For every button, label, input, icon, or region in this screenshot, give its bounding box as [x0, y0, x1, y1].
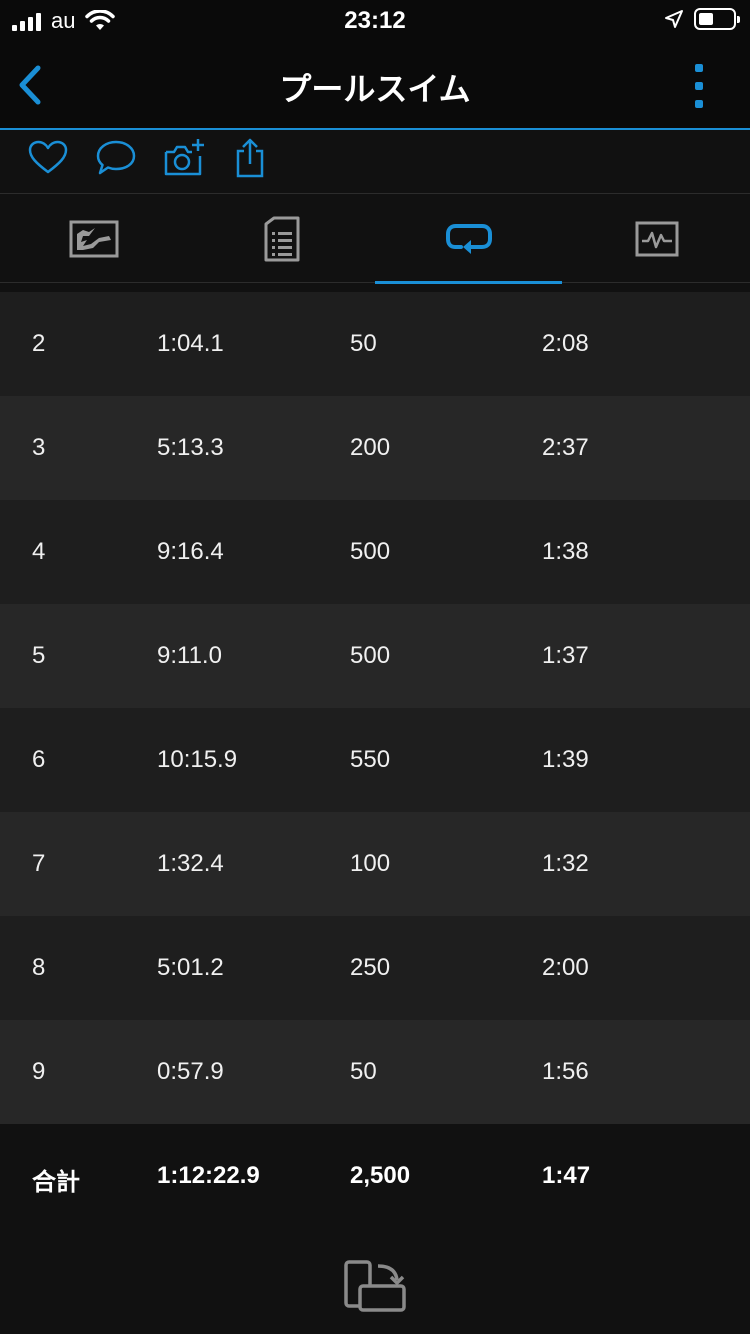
comment-icon[interactable]: [94, 136, 138, 180]
graph-icon: [635, 221, 678, 257]
lap-number: 4: [32, 538, 46, 565]
table-row: 4 9:16.4 500 1:38: [0, 500, 750, 604]
table-row: 9 0:57.9 50 1:56: [0, 1020, 750, 1124]
lap-time: 5:13.3: [157, 434, 224, 461]
lap-number: 7: [32, 850, 46, 877]
lap-number: 9: [32, 1058, 46, 1085]
rotate-screen-icon[interactable]: [340, 1256, 410, 1320]
lap-distance: 100: [350, 850, 391, 877]
status-bar: au 23:12: [0, 0, 750, 40]
tab-overview[interactable]: [0, 195, 187, 283]
battery-icon: [694, 8, 740, 30]
nav-bar: プールスイム: [0, 40, 750, 130]
lap-distance: 500: [350, 538, 391, 565]
share-icon[interactable]: [228, 136, 272, 180]
total-distance: 2,500: [350, 1162, 411, 1189]
table-row: 6 10:15.9 550 1:39: [0, 708, 750, 812]
lap-time: 9:11.0: [157, 642, 222, 669]
lap-number: 6: [32, 746, 46, 773]
table-row: 2 1:04.1 50 2:08: [0, 292, 750, 396]
lap-pace: 1:39: [542, 746, 589, 773]
tab-graph[interactable]: [563, 195, 750, 283]
lap-distance: 500: [350, 642, 391, 669]
lap-distance: 250: [350, 954, 391, 981]
table-row: 3 5:13.3 200 2:37: [0, 396, 750, 500]
laps-table: 2 1:04.1 50 2:08 3 5:13.3 200 2:37 4 9:1…: [0, 292, 750, 1228]
lap-time: 10:15.9: [157, 746, 238, 773]
lap-number: 5: [32, 642, 46, 669]
table-row: 5 9:11.0 500 1:37: [0, 604, 750, 708]
add-photo-icon[interactable]: [162, 136, 206, 180]
heart-icon[interactable]: [26, 136, 70, 180]
lap-time: 9:16.4: [157, 538, 224, 565]
page-title: プールスイム: [279, 71, 471, 107]
lap-pace: 1:56: [542, 1058, 589, 1085]
lap-pace: 2:37: [542, 434, 589, 461]
lap-pace: 1:38: [542, 538, 589, 565]
status-time: 23:12: [344, 7, 406, 34]
lap-time: 1:32.4: [157, 850, 224, 877]
lap-time: 0:57.9: [157, 1058, 224, 1085]
lap-time: 1:04.1: [157, 330, 224, 357]
total-label: 合計: [32, 1169, 80, 1196]
chart-overview-icon: [69, 220, 118, 258]
lap-pace: 2:00: [542, 954, 589, 981]
tab-details[interactable]: [188, 195, 375, 283]
laps-icon: [445, 224, 492, 254]
lap-pace: 1:32: [542, 850, 589, 877]
total-time: 1:12:22.9: [157, 1162, 260, 1189]
lap-time: 5:01.2: [157, 954, 224, 981]
tab-laps[interactable]: [375, 195, 562, 284]
lap-pace: 1:37: [542, 642, 589, 669]
lap-distance: 50: [350, 330, 377, 357]
lap-number: 3: [32, 434, 46, 461]
lap-number: 2: [32, 330, 46, 357]
location-arrow-icon: [665, 10, 683, 28]
details-list-icon: [264, 216, 299, 262]
total-row: 合計 1:12:22.9 2,500 1:47: [0, 1124, 750, 1228]
table-row: 8 5:01.2 250 2:00: [0, 916, 750, 1020]
tab-bar: [0, 195, 750, 284]
total-pace: 1:47: [542, 1162, 591, 1189]
action-bar: [0, 130, 750, 194]
table-row: 7 1:32.4 100 1:32: [0, 812, 750, 916]
lap-pace: 2:08: [542, 330, 589, 357]
lap-number: 8: [32, 954, 46, 981]
more-options-icon[interactable]: [692, 64, 706, 108]
lap-distance: 550: [350, 746, 391, 773]
lap-distance: 200: [350, 434, 391, 461]
lap-distance: 50: [350, 1058, 377, 1085]
